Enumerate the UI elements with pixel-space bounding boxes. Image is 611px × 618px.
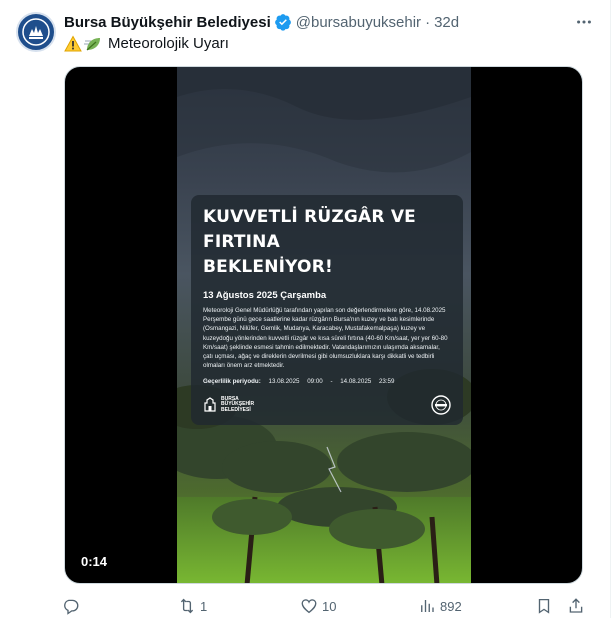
leaf-wind-emoji-icon xyxy=(84,35,102,53)
logo-text-3: BELEDİYESİ xyxy=(221,406,251,413)
avatar[interactable] xyxy=(16,12,56,52)
tweet[interactable]: Bursa Büyükşehir Belediyesi @bursabuyuks… xyxy=(0,0,611,618)
separator-dot: · xyxy=(425,13,431,31)
views-button[interactable]: 892 xyxy=(418,596,462,616)
tweet-actions: 1 10 892 xyxy=(56,596,591,616)
bursa-municipality-logo: BURSA BÜYÜKŞEHİR BELEDİYESİ xyxy=(203,396,254,414)
warning-card: KUVVETLİ RÜZGÂR VE FIRTINA BEKLENİYOR! 1… xyxy=(191,195,463,425)
like-count: 10 xyxy=(322,598,337,614)
tweet-time[interactable]: 32d xyxy=(434,14,459,31)
share-icon xyxy=(569,598,583,613)
author-handle[interactable]: @bursabuyuksehir xyxy=(296,14,421,31)
warning-emoji-icon xyxy=(64,35,82,53)
retweet-count: 1 xyxy=(200,598,208,614)
more-horizontal-icon xyxy=(577,20,591,24)
validity-start-time: 09:00 xyxy=(307,378,323,386)
card-logos: BURSA BÜYÜKŞEHİR BELEDİYESİ xyxy=(203,395,451,415)
verified-badge-icon xyxy=(274,14,291,31)
validity-label: Geçerlilik periyodu: xyxy=(203,378,261,386)
video-poster: KUVVETLİ RÜZGÂR VE FIRTINA BEKLENİYOR! 1… xyxy=(177,67,471,583)
video-player[interactable]: KUVVETLİ RÜZGÂR VE FIRTINA BEKLENİYOR! 1… xyxy=(64,66,583,584)
validity-end-time: 23:59 xyxy=(378,378,395,386)
views-count: 892 xyxy=(440,598,462,614)
warning-title-line-1: KUVVETLİ RÜZGÂR VE FIRTINA xyxy=(203,207,416,252)
bookmark-button[interactable] xyxy=(535,596,553,616)
heart-icon xyxy=(301,599,317,614)
warning-title-line-2: BEKLENİYOR! xyxy=(203,257,333,277)
reply-button[interactable] xyxy=(62,596,84,616)
views-icon xyxy=(421,600,434,612)
warning-date: 13 Ağustos 2025 Çarşamba xyxy=(203,290,327,301)
municipality-emblem-icon xyxy=(204,397,216,412)
share-button[interactable] xyxy=(567,596,585,616)
retweet-icon xyxy=(180,598,194,614)
round-emblem-icon xyxy=(431,395,451,415)
bookmark-icon xyxy=(538,598,550,614)
warning-body: Meteoroloji Genel Müdürlüğü tarafından y… xyxy=(203,307,448,370)
warning-title: KUVVETLİ RÜZGÂR VE FIRTINA BEKLENİYOR! xyxy=(203,205,451,280)
author-name[interactable]: Bursa Büyükşehir Belediyesi xyxy=(64,14,271,31)
validity-end-date: 14.08.2025 xyxy=(340,378,372,386)
tweet-text-content: Meteorolojik Uyarı xyxy=(108,35,229,52)
validity-dash: - xyxy=(330,378,333,386)
bursa-logo-icon xyxy=(22,18,50,46)
like-button[interactable]: 10 xyxy=(300,596,336,616)
tweet-text: Meteorolojik Uyarı xyxy=(64,34,229,54)
reply-icon xyxy=(64,599,79,615)
validity-start-date: 13.08.2025 xyxy=(268,378,300,386)
validity-period: Geçerlilik periyodu: 13.08.2025 09:00 - … xyxy=(203,378,451,385)
video-duration: 0:14 xyxy=(81,554,108,569)
retweet-button[interactable]: 1 xyxy=(178,596,207,616)
tweet-header: Bursa Büyükşehir Belediyesi @bursabuyuks… xyxy=(64,12,594,32)
more-options-button[interactable] xyxy=(574,12,594,32)
